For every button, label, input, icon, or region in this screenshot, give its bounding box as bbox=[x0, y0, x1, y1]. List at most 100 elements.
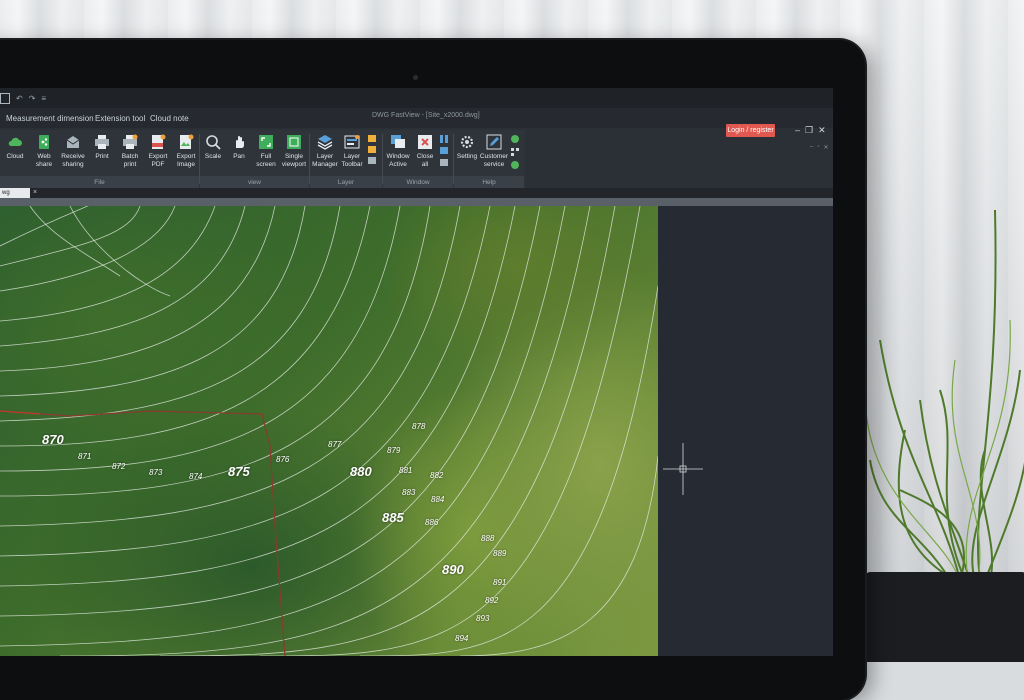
layer-manager-button[interactable]: Layer Manager bbox=[312, 130, 338, 169]
layer-manager-label: Layer Manager bbox=[312, 153, 338, 168]
login-register-button[interactable]: Login / register bbox=[726, 124, 775, 137]
app-window: ↶ ↷ ≡ Measurement dimension Extension to… bbox=[0, 88, 833, 656]
title-bar: ↶ ↷ ≡ bbox=[0, 88, 833, 108]
batch-print-button[interactable]: Batch print bbox=[117, 130, 143, 169]
restore-icon[interactable]: ❐ bbox=[805, 126, 813, 135]
scale-label: Scale bbox=[204, 153, 222, 160]
scale-button[interactable]: Scale bbox=[200, 130, 226, 161]
contour-label: 873 bbox=[149, 468, 163, 477]
contour-label: 880 bbox=[350, 464, 372, 479]
close-all-button[interactable]: Close all bbox=[412, 130, 438, 169]
image-icon bbox=[180, 134, 194, 149]
plant-decoration bbox=[864, 209, 1024, 580]
web-share-label: Web share bbox=[35, 153, 53, 168]
redo-icon[interactable]: ↷ bbox=[29, 94, 36, 103]
viewport-icon bbox=[287, 135, 301, 149]
window-active-button[interactable]: Window Active bbox=[385, 130, 411, 169]
window-group-label: Window bbox=[406, 179, 430, 186]
contour-label: 875 bbox=[228, 464, 250, 479]
doc-minimize-icon[interactable]: – bbox=[810, 144, 813, 151]
tab-cloud-note[interactable]: Cloud note bbox=[150, 114, 189, 123]
app-menu-icon[interactable] bbox=[0, 93, 10, 104]
share-icon bbox=[39, 135, 49, 149]
drawing-canvas[interactable]: 870 871 872 873 874 875 876 877 878 879 … bbox=[0, 206, 658, 656]
layer-toolbar-icon bbox=[344, 135, 360, 149]
doc-close-icon[interactable]: ✕ bbox=[823, 144, 828, 151]
webcam bbox=[413, 75, 418, 80]
minimize-icon[interactable]: – bbox=[795, 126, 800, 135]
contour-label: 879 bbox=[387, 446, 401, 455]
full-screen-button[interactable]: Full screen bbox=[253, 130, 279, 169]
cloud-icon bbox=[8, 137, 22, 146]
undo-icon[interactable]: ↶ bbox=[16, 94, 23, 103]
export-image-label: Export Image bbox=[176, 153, 196, 168]
batch-print-label: Batch print bbox=[121, 153, 139, 168]
single-viewport-label: Single viewport bbox=[281, 153, 307, 168]
window-title: DWG FastView - [Site_x2000.dwg] bbox=[372, 112, 480, 119]
contour-label: 892 bbox=[485, 596, 499, 605]
layer-toolbar-label: Layer Toolbar bbox=[341, 153, 363, 168]
print-button[interactable]: Print bbox=[89, 130, 115, 161]
print-label: Print bbox=[95, 153, 109, 160]
file-group-label: File bbox=[94, 179, 105, 186]
customize-icon[interactable]: ≡ bbox=[41, 94, 46, 103]
cloud-label: Cloud bbox=[6, 153, 24, 160]
hand-icon bbox=[236, 136, 244, 148]
contour-label: 872 bbox=[112, 462, 126, 471]
window-mini-tools bbox=[440, 135, 448, 166]
close-all-icon bbox=[418, 135, 432, 149]
ribbon: Cloud Web share Receive sharing Print Ba… bbox=[0, 130, 525, 188]
single-viewport-button[interactable]: Single viewport bbox=[281, 130, 307, 169]
customer-service-button[interactable]: Customer service bbox=[479, 130, 509, 169]
contour-label: 883 bbox=[402, 488, 416, 497]
tab-measurement-dimension[interactable]: Measurement dimension bbox=[6, 114, 94, 123]
contour-label: 893 bbox=[476, 614, 490, 623]
cursor-crosshair-icon bbox=[663, 443, 703, 495]
layer-group-label: Layer bbox=[337, 179, 355, 186]
document-tab[interactable]: wg bbox=[0, 188, 30, 198]
help-mini-tools bbox=[511, 135, 519, 169]
contour-label: 881 bbox=[399, 466, 413, 475]
contour-label: 876 bbox=[276, 455, 290, 464]
contour-label: 890 bbox=[442, 562, 464, 577]
edit-icon bbox=[486, 134, 502, 150]
canvas-frame bbox=[0, 198, 833, 206]
help-group-label: Help bbox=[482, 179, 496, 186]
web-share-button[interactable]: Web share bbox=[31, 130, 57, 169]
contour-lines bbox=[0, 206, 658, 656]
receive-sharing-label: Receive sharing bbox=[61, 153, 85, 168]
window-icon bbox=[391, 135, 405, 148]
contour-label: 878 bbox=[412, 422, 426, 431]
contour-label: 891 bbox=[493, 578, 507, 587]
window-controls: – ❐ ✕ bbox=[795, 126, 826, 135]
doc-restore-icon[interactable]: ▫ bbox=[817, 144, 819, 151]
side-panel bbox=[658, 206, 833, 656]
close-icon[interactable]: ✕ bbox=[818, 126, 826, 135]
contour-label: 889 bbox=[493, 549, 507, 558]
plant-pot bbox=[866, 572, 1024, 662]
setting-button[interactable]: Setting bbox=[454, 130, 480, 161]
contour-label: 884 bbox=[431, 495, 445, 504]
full-screen-label: Full screen bbox=[256, 153, 276, 168]
tab-extension-tool[interactable]: Extension tool bbox=[95, 114, 145, 123]
export-pdf-label: Export PDF bbox=[148, 153, 168, 168]
document-tab-close-icon[interactable]: × bbox=[33, 188, 37, 198]
contour-label: 888 bbox=[481, 534, 495, 543]
cloud-button[interactable]: Cloud bbox=[2, 130, 28, 161]
fullscreen-icon bbox=[259, 135, 273, 149]
magnifier-icon bbox=[206, 135, 221, 150]
pdf-icon bbox=[152, 134, 166, 149]
pan-button[interactable]: Pan bbox=[226, 130, 252, 161]
batch-print-icon bbox=[123, 134, 138, 149]
export-image-button[interactable]: Export Image bbox=[173, 130, 199, 169]
receive-sharing-button[interactable]: Receive sharing bbox=[60, 130, 86, 169]
contour-label: 870 bbox=[42, 432, 64, 447]
pan-label: Pan bbox=[233, 153, 245, 160]
document-tab-strip: wg × bbox=[0, 188, 833, 198]
contour-label: 882 bbox=[430, 471, 444, 480]
layer-toolbar-button[interactable]: Layer Toolbar bbox=[339, 130, 365, 169]
layers-icon bbox=[317, 135, 333, 150]
export-pdf-button[interactable]: Export PDF bbox=[145, 130, 171, 169]
gear-icon bbox=[460, 135, 474, 149]
customer-service-label: Customer service bbox=[479, 153, 509, 168]
